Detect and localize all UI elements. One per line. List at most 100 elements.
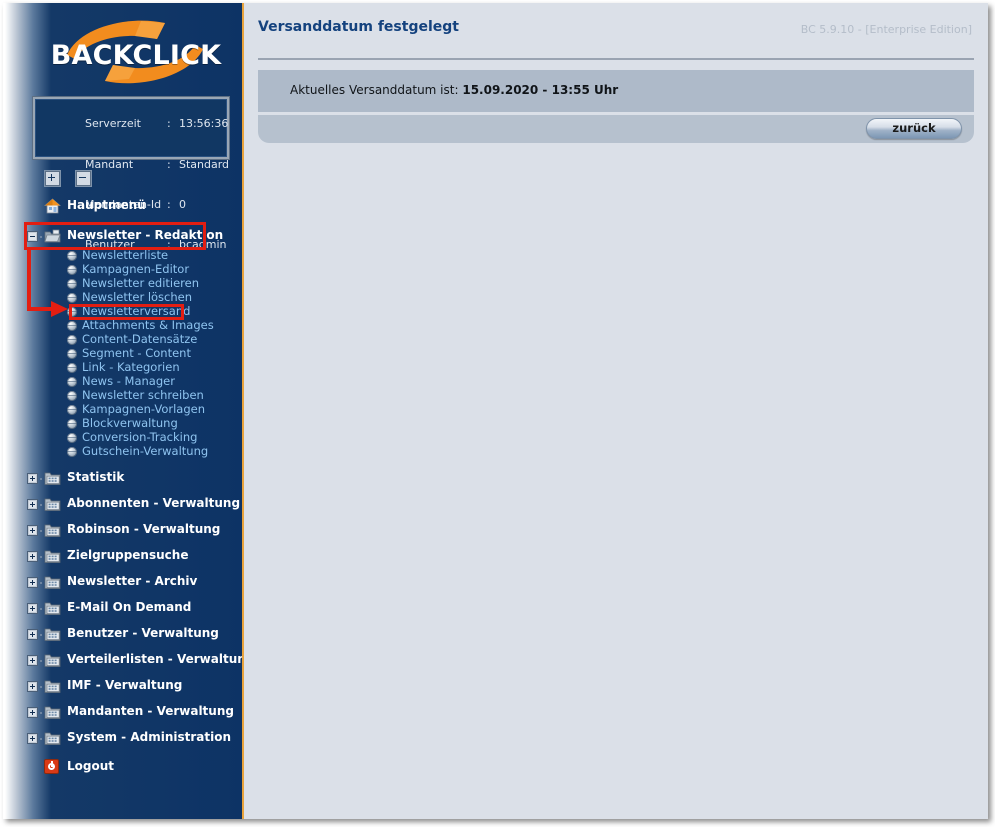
sidebar-item-hauptmenu[interactable]: Hauptmenü <box>3 193 243 219</box>
sidebar-section-6[interactable]: Benutzer - Verwaltung <box>3 621 243 647</box>
sidebar-section-5[interactable]: E-Mail On Demand <box>3 595 243 621</box>
expand-all-button[interactable] <box>45 171 60 186</box>
expand-toggle-icon[interactable] <box>28 474 37 483</box>
sidebar-item-label: Logout <box>67 759 115 773</box>
tree-connector-dot <box>40 686 42 688</box>
sidebar-subitem-12[interactable]: Blockverwaltung <box>3 416 243 431</box>
folder-icon <box>44 704 61 720</box>
globe-bullet-icon <box>67 251 77 261</box>
sidebar-subitem-label: Newsletter editieren <box>82 276 200 290</box>
tree-connector-dot <box>40 712 42 714</box>
status-message: Aktuelles Versanddatum ist: 15.09.2020 -… <box>290 83 618 97</box>
globe-bullet-icon <box>67 307 77 317</box>
info-label: Mandant <box>84 157 134 171</box>
sidebar-section-label: Verteilerlisten - Verwaltung <box>67 652 255 666</box>
sidebar-subitem-13[interactable]: Conversion-Tracking <box>3 430 243 445</box>
sidebar-subitem-8[interactable]: Link - Kategorien <box>3 360 243 375</box>
tree-toolbar <box>45 171 91 186</box>
application-window: BACKCLICK Serverzeit:13:56:36 Mandant: St… <box>3 3 988 819</box>
sidebar-subitem-label: Kampagnen-Vorlagen <box>82 402 206 416</box>
back-button[interactable]: zurück <box>866 118 962 139</box>
sidebar-item-newsletter-redaktion[interactable]: Newsletter - Redaktion <box>3 223 243 249</box>
sidebar-subitem-5[interactable]: Attachments & Images <box>3 318 243 333</box>
expand-toggle-icon[interactable] <box>28 500 37 509</box>
page-title: Versanddatum festgelegt <box>258 19 459 35</box>
expand-toggle-icon[interactable] <box>28 578 37 587</box>
sidebar-item-logout[interactable]: Logout <box>3 755 243 781</box>
globe-bullet-icon <box>67 335 77 345</box>
globe-bullet-icon <box>67 265 77 275</box>
sidebar-subitem-3[interactable]: Newsletter löschen <box>3 290 243 305</box>
sidebar-subitem-9[interactable]: News - Manager <box>3 374 243 389</box>
folder-icon <box>44 522 61 538</box>
sidebar-section-0[interactable]: Statistik <box>3 465 243 491</box>
version-label: BC 5.9.10 - [Enterprise Edition] <box>800 23 972 36</box>
tree-connector-dot <box>40 478 42 480</box>
tree-connector-dot <box>40 660 42 662</box>
sidebar: BACKCLICK Serverzeit:13:56:36 Mandant: St… <box>3 3 254 819</box>
sidebar-subitem-4[interactable]: Newsletterversand <box>3 304 243 319</box>
sidebar-section-3[interactable]: Zielgruppensuche <box>3 543 243 569</box>
sidebar-section-4[interactable]: Newsletter - Archiv <box>3 569 243 595</box>
logo-wordmark: BACKCLICK <box>50 40 222 71</box>
sidebar-subitem-label: Newsletter schreiben <box>82 388 204 402</box>
folder-icon <box>44 574 61 590</box>
collapse-all-button[interactable] <box>76 171 91 186</box>
server-info-box: Serverzeit:13:56:36 Mandant: Standard Man… <box>32 96 230 251</box>
sidebar-subitem-11[interactable]: Kampagnen-Vorlagen <box>3 402 243 417</box>
status-message-prefix: Aktuelles Versanddatum ist: <box>290 83 459 97</box>
sidebar-subitem-7[interactable]: Segment - Content <box>3 346 243 361</box>
status-message-value: 15.09.2020 - 13:55 Uhr <box>462 83 619 97</box>
expand-toggle-icon[interactable] <box>28 682 37 691</box>
globe-bullet-icon <box>67 391 77 401</box>
sidebar-section-1[interactable]: Abonnenten - Verwaltung <box>3 491 243 517</box>
expand-toggle-icon[interactable] <box>28 604 37 613</box>
globe-bullet-icon <box>67 405 77 415</box>
expand-toggle-icon[interactable] <box>28 656 37 665</box>
info-label: Serverzeit <box>84 117 141 131</box>
sidebar-subitem-label: Content-Datensätze <box>82 332 198 346</box>
sidebar-section-label: System - Administration <box>67 730 232 744</box>
sidebar-subitem-label: Newsletter löschen <box>82 290 193 304</box>
folder-icon <box>44 678 61 694</box>
status-message-bar: Aktuelles Versanddatum ist: 15.09.2020 -… <box>258 70 974 112</box>
sidebar-item-label: Newsletter - Redaktion <box>67 228 224 242</box>
sidebar-subitem-label: Newsletterversand <box>82 304 191 318</box>
expand-toggle-icon[interactable] <box>28 734 37 743</box>
tree-connector-dot <box>40 608 42 610</box>
action-bar: zurück <box>258 115 974 143</box>
expand-toggle-icon[interactable] <box>28 708 37 717</box>
sidebar-section-label: E-Mail On Demand <box>67 600 192 614</box>
sidebar-subitem-label: Link - Kategorien <box>82 360 180 374</box>
info-separator: : <box>166 117 171 131</box>
backclick-logo[interactable]: BACKCLICK <box>37 17 233 89</box>
sidebar-subitem-label: Attachments & Images <box>82 318 214 332</box>
sidebar-section-label: Robinson - Verwaltung <box>67 522 221 536</box>
expand-toggle-icon[interactable] <box>28 526 37 535</box>
sidebar-section-9[interactable]: Mandanten - Verwaltung <box>3 699 243 725</box>
tree-connector-dot <box>40 556 42 558</box>
expand-toggle-icon[interactable] <box>28 552 37 561</box>
sidebar-subitem-2[interactable]: Newsletter editieren <box>3 276 243 291</box>
main-content: Versanddatum festgelegt BC 5.9.10 - [Ent… <box>244 3 988 819</box>
folder-icon <box>44 496 61 512</box>
globe-bullet-icon <box>67 363 77 373</box>
sidebar-subitem-10[interactable]: Newsletter schreiben <box>3 388 243 403</box>
collapse-toggle-icon[interactable] <box>28 232 37 241</box>
tree-connector-dot <box>40 634 42 636</box>
sidebar-subitem-6[interactable]: Content-Datensätze <box>3 332 243 347</box>
sidebar-section-8[interactable]: IMF - Verwaltung <box>3 673 243 699</box>
sidebar-section-10[interactable]: System - Administration <box>3 725 243 751</box>
sidebar-section-2[interactable]: Robinson - Verwaltung <box>3 517 243 543</box>
sidebar-subitem-1[interactable]: Kampagnen-Editor <box>3 262 243 277</box>
info-separator: : <box>166 157 171 171</box>
folder-icon <box>44 470 61 486</box>
sidebar-item-label: Hauptmenü <box>67 198 146 212</box>
expand-toggle-icon[interactable] <box>28 630 37 639</box>
sidebar-subitem-14[interactable]: Gutschein-Verwaltung <box>3 444 243 459</box>
header-divider <box>258 58 974 60</box>
sidebar-subitem-0[interactable]: Newsletterliste <box>3 248 243 263</box>
globe-bullet-icon <box>67 279 77 289</box>
globe-bullet-icon <box>67 419 77 429</box>
sidebar-section-7[interactable]: Verteilerlisten - Verwaltung <box>3 647 254 673</box>
